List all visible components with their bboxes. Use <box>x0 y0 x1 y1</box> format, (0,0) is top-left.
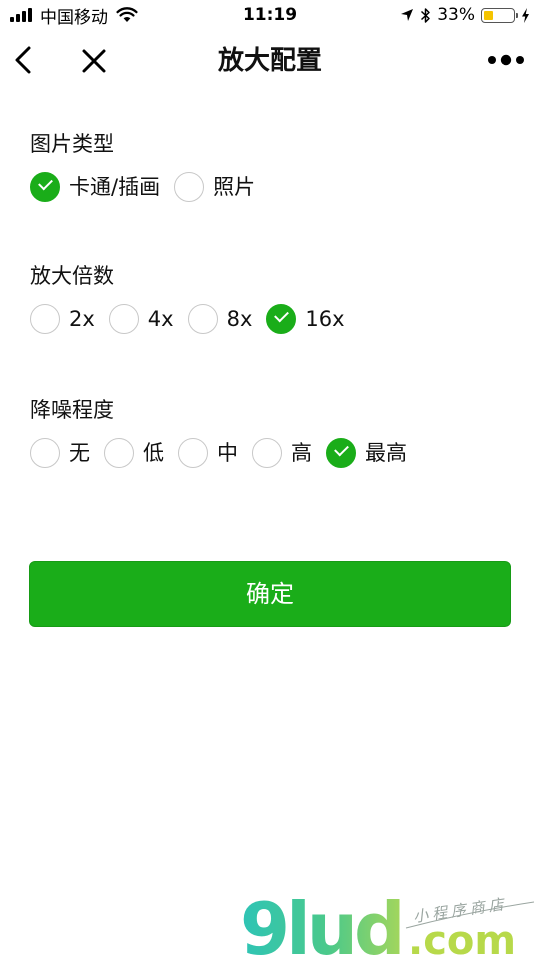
option-cartoon-label: 卡通/插画 <box>69 175 161 199</box>
close-icon[interactable] <box>76 43 112 79</box>
charging-icon <box>522 7 529 23</box>
battery-icon <box>481 7 518 23</box>
nav-bar: 放大配置 <box>0 30 540 92</box>
watermark-logo: 9lud .com 小程序商店 <box>240 887 535 960</box>
option-4x[interactable]: 4x <box>108 304 174 334</box>
radio-low[interactable] <box>104 438 134 468</box>
radio-16x[interactable] <box>266 304 297 334</box>
radio-highest[interactable] <box>326 438 356 468</box>
scale-options: 2x 4x 8x 16x <box>30 302 510 336</box>
radio-none[interactable] <box>30 438 60 468</box>
option-8x[interactable]: 8x <box>187 304 253 334</box>
location-icon <box>401 9 414 21</box>
option-photo[interactable]: 照片 <box>174 172 255 202</box>
scale-label: 放大倍数 <box>30 264 114 288</box>
option-4x-label: 4x <box>147 307 174 331</box>
more-icon[interactable] <box>486 48 526 72</box>
confirm-button[interactable]: 确定 <box>29 561 511 627</box>
image-type-options: 卡通/插画 照片 <box>30 170 510 204</box>
option-medium[interactable]: 中 <box>178 438 238 468</box>
option-highest[interactable]: 最高 <box>326 438 407 468</box>
option-highest-label: 最高 <box>365 441 407 465</box>
denoise-label: 降噪程度 <box>30 398 114 422</box>
watermark-brand: 9lud <box>240 887 402 960</box>
chevron-left-icon[interactable] <box>8 43 42 77</box>
denoise-options: 无 低 中 高 最高 <box>30 436 510 470</box>
option-none-label: 无 <box>69 441 90 465</box>
option-high[interactable]: 高 <box>252 438 312 468</box>
denoise-section: 降噪程度 无 低 中 高 最高 <box>30 396 510 470</box>
option-low-label: 低 <box>143 441 164 465</box>
option-8x-label: 8x <box>226 307 253 331</box>
option-2x[interactable]: 2x <box>30 304 95 334</box>
battery-percent: 33% <box>437 5 475 25</box>
page: 中国移动 11:19 33% 放大配置 图片类型 卡通/插画 照片 放大倍数 2… <box>0 0 540 960</box>
image-type-section: 图片类型 卡通/插画 照片 <box>30 130 510 204</box>
radio-2x[interactable] <box>30 304 60 334</box>
radio-8x[interactable] <box>187 304 218 334</box>
option-cartoon[interactable]: 卡通/插画 <box>30 172 160 202</box>
scale-section: 放大倍数 2x 4x 8x 16x <box>30 262 510 336</box>
option-16x[interactable]: 16x <box>266 304 345 334</box>
radio-photo[interactable] <box>174 172 205 202</box>
option-low[interactable]: 低 <box>104 438 164 468</box>
radio-4x[interactable] <box>108 304 139 334</box>
option-none[interactable]: 无 <box>30 438 90 468</box>
image-type-label: 图片类型 <box>30 132 114 156</box>
radio-medium[interactable] <box>178 438 208 468</box>
option-2x-label: 2x <box>69 307 95 331</box>
option-medium-label: 中 <box>217 441 238 465</box>
bluetooth-icon <box>421 7 430 23</box>
option-high-label: 高 <box>291 441 312 465</box>
option-16x-label: 16x <box>305 307 345 331</box>
status-right: 33% <box>394 4 530 26</box>
option-photo-label: 照片 <box>213 175 256 199</box>
radio-cartoon[interactable] <box>30 172 60 202</box>
radio-high[interactable] <box>252 438 282 468</box>
status-bar: 中国移动 11:19 33% <box>0 0 540 30</box>
